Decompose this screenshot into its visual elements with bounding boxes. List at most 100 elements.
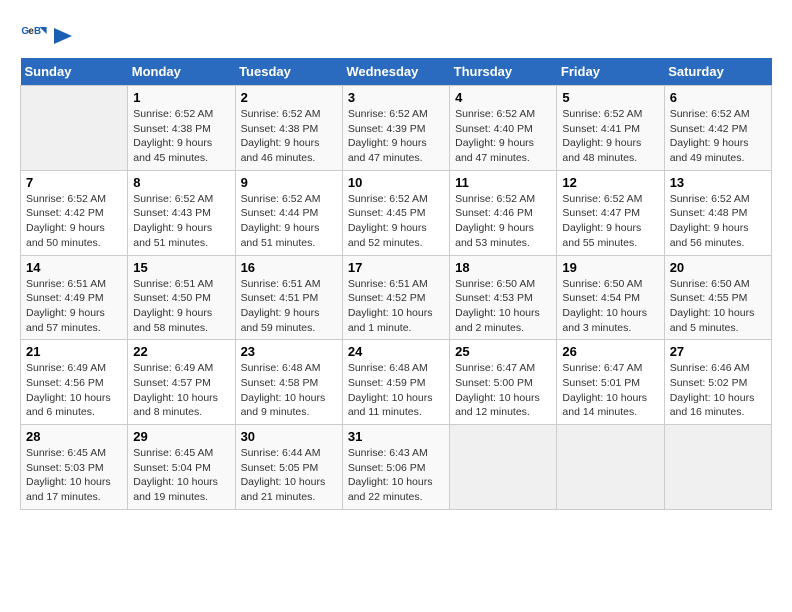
day-info: Sunrise: 6:49 AMSunset: 4:56 PMDaylight:… [26,361,122,420]
header-day-friday: Friday [557,58,664,86]
day-number: 27 [670,344,766,359]
week-row-4: 28Sunrise: 6:45 AMSunset: 5:03 PMDayligh… [21,425,772,510]
day-number: 11 [455,175,551,190]
header-day-saturday: Saturday [664,58,771,86]
day-info: Sunrise: 6:50 AMSunset: 4:55 PMDaylight:… [670,277,766,336]
day-info: Sunrise: 6:47 AMSunset: 5:01 PMDaylight:… [562,361,658,420]
day-info: Sunrise: 6:46 AMSunset: 5:02 PMDaylight:… [670,361,766,420]
day-cell: 16Sunrise: 6:51 AMSunset: 4:51 PMDayligh… [235,255,342,340]
day-number: 19 [562,260,658,275]
day-number: 22 [133,344,229,359]
day-cell: 3 Sunrise: 6:52 AMSunset: 4:39 PMDaylight… [342,86,449,171]
day-cell: 19 Sunrise: 6:50 AMSunset: 4:54 PMDayligh… [557,255,664,340]
day-cell: 31 Sunrise: 6:43 AMSunset: 5:06 PMDayligh… [342,425,449,510]
day-info: Sunrise: 6:52 AMSunset: 4:40 PMDaylight:… [455,107,551,166]
day-info: Sunrise: 6:43 AMSunset: 5:06 PMDaylight:… [348,446,444,505]
day-cell: 6 Sunrise: 6:52 AMSunset: 4:42 PMDaylight… [664,86,771,171]
day-info: Sunrise: 6:52 AMSunset: 4:42 PMDaylight:… [26,192,122,251]
day-number: 31 [348,429,444,444]
day-number: 29 [133,429,229,444]
day-cell: 7 Sunrise: 6:52 AMSunset: 4:42 PMDaylight… [21,170,128,255]
day-number: 30 [241,429,337,444]
day-cell: 12 Sunrise: 6:52 AMSunset: 4:47 PMDayligh… [557,170,664,255]
day-number: 28 [26,429,122,444]
day-number: 9 [241,175,337,190]
day-cell: 11 Sunrise: 6:52 AMSunset: 4:46 PMDayligh… [450,170,557,255]
week-row-0: 1 Sunrise: 6:52 AMSunset: 4:38 PMDaylight… [21,86,772,171]
day-number: 5 [562,90,658,105]
day-cell [450,425,557,510]
day-cell: 27 Sunrise: 6:46 AMSunset: 5:02 PMDayligh… [664,340,771,425]
day-cell: 14 Sunrise: 6:51 AMSunset: 4:49 PMDayligh… [21,255,128,340]
logo-flag-icon [54,28,74,44]
day-cell: 17 Sunrise: 6:51 AMSunset: 4:52 PMDayligh… [342,255,449,340]
day-number: 10 [348,175,444,190]
day-info: Sunrise: 6:52 AMSunset: 4:42 PMDaylight:… [670,107,766,166]
day-info: Sunrise: 6:52 AMSunset: 4:47 PMDaylight:… [562,192,658,251]
day-cell: 2 Sunrise: 6:52 AMSunset: 4:38 PMDaylight… [235,86,342,171]
day-info: Sunrise: 6:52 AMSunset: 4:43 PMDaylight:… [133,192,229,251]
day-info: Sunrise: 6:50 AMSunset: 4:54 PMDaylight:… [562,277,658,336]
day-info: Sunrise: 6:52 AMSunset: 4:38 PMDaylight:… [241,107,337,166]
day-cell: 26 Sunrise: 6:47 AMSunset: 5:01 PMDayligh… [557,340,664,425]
day-cell: 15 Sunrise: 6:51 AMSunset: 4:50 PMDayligh… [128,255,235,340]
day-cell [557,425,664,510]
day-number: 14 [26,260,122,275]
day-info: Sunrise: 6:48 AMSunset: 4:58 PMDaylight:… [241,361,337,420]
day-info: Sunrise: 6:51 AMSunset: 4:49 PMDaylight:… [26,277,122,336]
day-cell: 18Sunrise: 6:50 AMSunset: 4:53 PMDayligh… [450,255,557,340]
header-day-tuesday: Tuesday [235,58,342,86]
logo-icon: G e B [20,20,48,48]
day-cell: 24Sunrise: 6:48 AMSunset: 4:59 PMDayligh… [342,340,449,425]
day-number: 18 [455,260,551,275]
day-cell: 8 Sunrise: 6:52 AMSunset: 4:43 PMDaylight… [128,170,235,255]
day-cell: 4Sunrise: 6:52 AMSunset: 4:40 PMDaylight… [450,86,557,171]
header-row: SundayMondayTuesdayWednesdayThursdayFrid… [21,58,772,86]
day-info: Sunrise: 6:44 AMSunset: 5:05 PMDaylight:… [241,446,337,505]
logo: G e B [20,20,74,48]
day-cell: 1Sunrise: 6:52 AMSunset: 4:38 PMDaylight… [128,86,235,171]
day-info: Sunrise: 6:52 AMSunset: 4:39 PMDaylight:… [348,107,444,166]
day-info: Sunrise: 6:47 AMSunset: 5:00 PMDaylight:… [455,361,551,420]
header-day-wednesday: Wednesday [342,58,449,86]
day-cell: 5 Sunrise: 6:52 AMSunset: 4:41 PMDaylight… [557,86,664,171]
day-cell: 21 Sunrise: 6:49 AMSunset: 4:56 PMDayligh… [21,340,128,425]
header-day-thursday: Thursday [450,58,557,86]
week-row-3: 21 Sunrise: 6:49 AMSunset: 4:56 PMDayligh… [21,340,772,425]
day-info: Sunrise: 6:52 AMSunset: 4:41 PMDaylight:… [562,107,658,166]
day-number: 1 [133,90,229,105]
day-number: 12 [562,175,658,190]
day-cell: 28Sunrise: 6:45 AMSunset: 5:03 PMDayligh… [21,425,128,510]
day-number: 3 [348,90,444,105]
day-info: Sunrise: 6:51 AMSunset: 4:50 PMDaylight:… [133,277,229,336]
calendar-table: SundayMondayTuesdayWednesdayThursdayFrid… [20,58,772,510]
day-number: 21 [26,344,122,359]
day-info: Sunrise: 6:51 AMSunset: 4:52 PMDaylight:… [348,277,444,336]
day-number: 7 [26,175,122,190]
day-cell [21,86,128,171]
day-number: 6 [670,90,766,105]
day-info: Sunrise: 6:49 AMSunset: 4:57 PMDaylight:… [133,361,229,420]
calendar-body: 1 Sunrise: 6:52 AMSunset: 4:38 PMDaylight… [21,86,772,510]
day-info: Sunrise: 6:48 AMSunset: 4:59 PMDaylight:… [348,361,444,420]
day-info: Sunrise: 6:52 AMSunset: 4:44 PMDaylight:… [241,192,337,251]
day-number: 8 [133,175,229,190]
day-number: 17 [348,260,444,275]
day-info: Sunrise: 6:51 AMSunset: 4:51 PMDaylight:… [241,277,337,336]
day-number: 26 [562,344,658,359]
day-cell: 10Sunrise: 6:52 AMSunset: 4:45 PMDayligh… [342,170,449,255]
day-info: Sunrise: 6:52 AMSunset: 4:48 PMDaylight:… [670,192,766,251]
day-number: 20 [670,260,766,275]
day-cell: 29 Sunrise: 6:45 AMSunset: 5:04 PMDayligh… [128,425,235,510]
day-cell: 9 Sunrise: 6:52 AMSunset: 4:44 PMDaylight… [235,170,342,255]
day-info: Sunrise: 6:45 AMSunset: 5:04 PMDaylight:… [133,446,229,505]
week-row-2: 14 Sunrise: 6:51 AMSunset: 4:49 PMDayligh… [21,255,772,340]
day-cell [664,425,771,510]
day-number: 15 [133,260,229,275]
day-info: Sunrise: 6:52 AMSunset: 4:46 PMDaylight:… [455,192,551,251]
day-cell: 30 Sunrise: 6:44 AMSunset: 5:05 PMDayligh… [235,425,342,510]
svg-text:B: B [34,26,41,37]
day-number: 13 [670,175,766,190]
day-cell: 22 Sunrise: 6:49 AMSunset: 4:57 PMDayligh… [128,340,235,425]
day-number: 2 [241,90,337,105]
